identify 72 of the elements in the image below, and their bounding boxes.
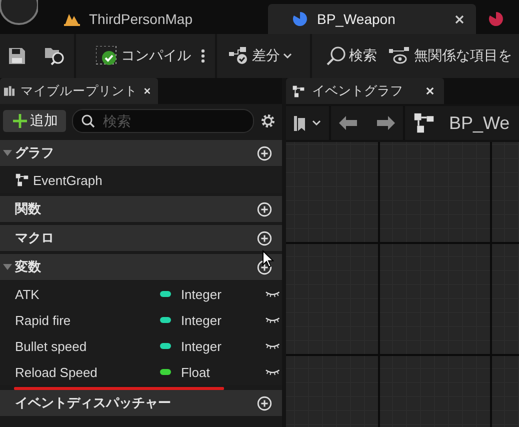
search-field[interactable]: 検索 bbox=[72, 108, 254, 132]
compile-check-icon bbox=[96, 46, 118, 66]
section-label: 変数 bbox=[15, 258, 41, 276]
section-header[interactable]: イベントディスパッチャー bbox=[0, 390, 282, 416]
variable-type: Integer bbox=[180, 338, 222, 354]
panel-tab[interactable]: マイブループリント bbox=[0, 78, 158, 104]
caret-icon[interactable] bbox=[312, 120, 321, 126]
node-graph-icon bbox=[413, 112, 435, 134]
panel-title: マイブループリント bbox=[20, 82, 138, 100]
caret-icon bbox=[283, 53, 292, 59]
section-header[interactable]: グラフ bbox=[0, 140, 282, 166]
add-icon[interactable] bbox=[257, 202, 272, 216]
section-label: 関数 bbox=[15, 200, 41, 218]
node-graph-icon bbox=[292, 84, 305, 98]
section-header[interactable]: 関数 bbox=[0, 196, 282, 222]
eye-closed-icon[interactable] bbox=[264, 342, 280, 350]
folder-search-icon[interactable] bbox=[44, 46, 66, 66]
variable-name: Rapid fire bbox=[15, 312, 72, 328]
eye-closed-icon[interactable] bbox=[264, 316, 280, 324]
logo-icon[interactable] bbox=[0, 0, 38, 26]
variable-type: Integer bbox=[180, 312, 222, 328]
graph-tab-title: イベントグラフ bbox=[312, 82, 403, 100]
variable-name: ATK bbox=[15, 286, 40, 302]
add-icon[interactable] bbox=[257, 146, 272, 160]
search-button[interactable]: 検索 bbox=[326, 46, 377, 66]
plus-icon bbox=[13, 114, 27, 128]
section-header[interactable]: マクロ bbox=[0, 225, 282, 251]
close-icon[interactable] bbox=[455, 14, 464, 24]
add-button[interactable]: 追加 bbox=[3, 110, 66, 132]
close-icon[interactable] bbox=[426, 87, 434, 95]
eye-nodes-icon bbox=[389, 47, 411, 65]
tab-label: BP_Weapon bbox=[317, 11, 396, 27]
tab-label: ThirdPersonMap bbox=[89, 11, 192, 27]
eye-closed-icon[interactable] bbox=[264, 368, 280, 376]
forward-arrow-icon[interactable] bbox=[377, 116, 395, 130]
node-graph-icon bbox=[15, 173, 29, 187]
expand-arrow-icon[interactable] bbox=[3, 150, 12, 156]
eye-closed-icon[interactable] bbox=[264, 290, 280, 298]
variable-type: Float bbox=[180, 364, 211, 380]
hide-unrelated-button[interactable]: 無関係な項目を bbox=[389, 47, 512, 65]
blueprint-icon bbox=[292, 11, 308, 27]
mouse-cursor-icon bbox=[262, 250, 274, 268]
settings-icon[interactable] bbox=[260, 112, 276, 128]
level-icon bbox=[64, 12, 80, 26]
section-label: マクロ bbox=[15, 229, 54, 247]
save-icon[interactable] bbox=[8, 47, 26, 65]
bookmark-icon[interactable] bbox=[294, 116, 306, 130]
graph-tab[interactable]: イベントグラフ bbox=[286, 78, 444, 104]
document-tab[interactable]: BP_Weapon bbox=[268, 4, 476, 34]
section-label: イベントディスパッチャー bbox=[15, 394, 171, 412]
variable-name: Bullet speed bbox=[15, 338, 88, 354]
breadcrumb-label[interactable]: BP_We bbox=[449, 112, 510, 134]
search-icon bbox=[81, 114, 95, 128]
more-options-icon[interactable] bbox=[201, 49, 205, 63]
add-icon[interactable] bbox=[257, 260, 272, 274]
variable-name: Reload Speed bbox=[15, 364, 98, 380]
close-icon[interactable] bbox=[144, 87, 150, 95]
blueprint-icon bbox=[488, 11, 504, 27]
search-icon bbox=[326, 46, 346, 66]
add-icon[interactable] bbox=[257, 396, 272, 410]
compile-button[interactable]: コンパイル bbox=[96, 46, 191, 66]
back-arrow-icon[interactable] bbox=[339, 116, 357, 130]
diff-icon bbox=[229, 47, 249, 65]
section-label: グラフ bbox=[15, 144, 54, 162]
section-header[interactable]: 変数 bbox=[0, 254, 282, 280]
search-input[interactable]: 検索 bbox=[101, 112, 235, 130]
variable-type: Integer bbox=[180, 286, 222, 302]
graph-name: EventGraph bbox=[33, 172, 102, 188]
diff-button[interactable]: 差分 bbox=[229, 47, 292, 65]
expand-arrow-icon[interactable] bbox=[3, 264, 12, 270]
add-icon[interactable] bbox=[257, 230, 272, 246]
document-tab[interactable]: ThirdPersonMap bbox=[40, 4, 268, 34]
